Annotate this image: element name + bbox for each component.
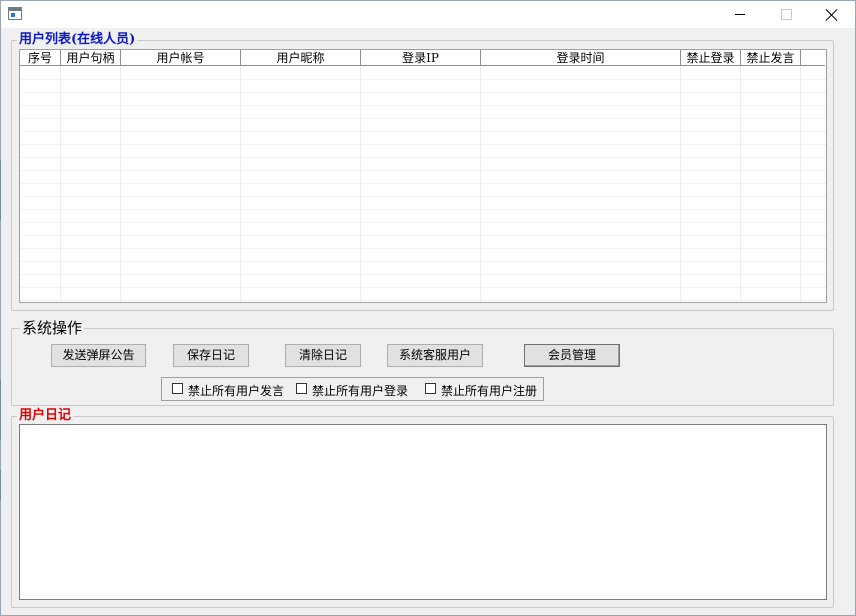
grid-line (120, 67, 121, 302)
column-header-login-time[interactable]: 登录时间 (481, 50, 681, 66)
edge-artifact (0, 160, 1, 220)
column-header-ban-speak[interactable]: 禁止发言 (741, 50, 801, 66)
minimize-icon (735, 14, 745, 15)
ban-all-speak-checkbox[interactable] (172, 383, 183, 394)
member-management-button[interactable]: 会员管理 (524, 344, 620, 367)
user-log-textarea[interactable] (19, 424, 827, 600)
close-button[interactable] (809, 1, 855, 28)
column-header-account[interactable]: 用户帐号 (121, 50, 241, 66)
ban-all-login-label[interactable]: 禁止所有用户登录 (312, 382, 408, 399)
grid-line (60, 67, 61, 302)
grid-line (740, 67, 741, 302)
send-popup-announcement-button[interactable]: 发送弹屏公告 (51, 344, 146, 367)
column-header-filler (801, 50, 825, 66)
maximize-button[interactable] (763, 1, 809, 28)
system-ops-legend: 系统操作 (22, 319, 83, 337)
ban-options-panel: 禁止所有用户发言 禁止所有用户登录 禁止所有用户注册 (161, 377, 544, 401)
ban-all-login-checkbox[interactable] (296, 383, 307, 394)
user-list-view[interactable]: 序号 用户句柄 用户帐号 用户昵称 登录IP 登录时间 禁止登录 禁止发言 (19, 49, 827, 303)
user-log-legend: 用户日记 (19, 408, 72, 423)
edge-artifact (0, 470, 1, 500)
app-icon (8, 7, 22, 20)
maximize-icon (780, 9, 792, 20)
grid-line (240, 67, 241, 302)
column-header-login-ip[interactable]: 登录IP (361, 50, 481, 66)
minimize-button[interactable] (717, 1, 763, 28)
close-icon (826, 9, 838, 21)
grid-line (680, 67, 681, 302)
column-header-index[interactable]: 序号 (20, 50, 61, 66)
grid-line (800, 67, 801, 302)
ban-all-speak-label[interactable]: 禁止所有用户发言 (188, 382, 284, 399)
ban-all-register-checkbox[interactable] (425, 383, 436, 394)
column-header-ban-login[interactable]: 禁止登录 (681, 50, 741, 66)
column-header-handle[interactable]: 用户句柄 (61, 50, 121, 66)
clear-log-button[interactable]: 清除日记 (285, 344, 361, 367)
grid-line (360, 67, 361, 302)
user-list-header: 序号 用户句柄 用户帐号 用户昵称 登录IP 登录时间 禁止登录 禁止发言 (20, 50, 825, 67)
save-log-button[interactable]: 保存日记 (173, 344, 249, 367)
title-bar[interactable] (1, 1, 855, 28)
user-list-legend: 用户列表(在线人员) (19, 32, 136, 47)
user-list-body[interactable] (20, 67, 826, 302)
column-header-nickname[interactable]: 用户昵称 (241, 50, 361, 66)
ban-all-register-label[interactable]: 禁止所有用户注册 (441, 382, 537, 399)
grid-line (480, 67, 481, 302)
edge-artifact (0, 380, 1, 440)
system-customer-service-button[interactable]: 系统客服用户 (387, 344, 483, 367)
